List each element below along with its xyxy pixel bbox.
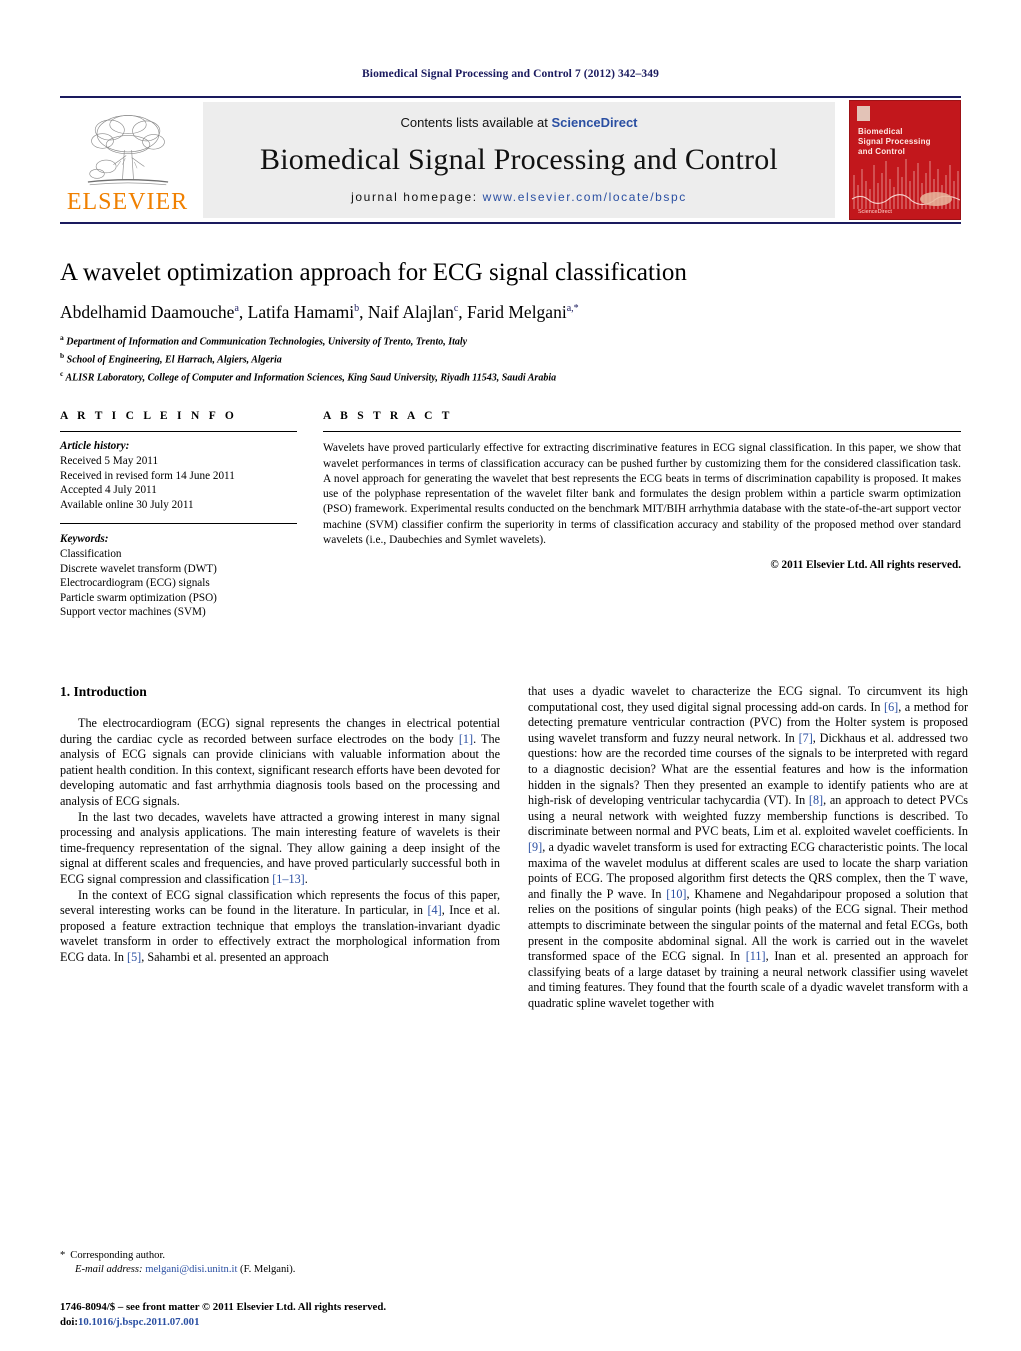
corresponding-author-footnote: * Corresponding author. E-mail address: m… bbox=[60, 1249, 500, 1277]
intro-paragraph: that uses a dyadic wavelet to characteri… bbox=[528, 684, 969, 1010]
article-history-label: Article history: bbox=[60, 440, 130, 453]
body-columns: 1. Introduction The electrocardiogram (E… bbox=[60, 684, 968, 1154]
citation-ref[interactable]: [4] bbox=[427, 903, 441, 917]
citation-ref[interactable]: [1–13] bbox=[272, 872, 305, 886]
doi-line: doi:10.1016/j.bspc.2011.07.001 bbox=[60, 1315, 580, 1330]
cover-title: Biomedical Signal Processing and Control bbox=[858, 127, 931, 157]
homepage-prefix: journal homepage: bbox=[351, 190, 478, 204]
cover-publisher-badge-icon bbox=[857, 106, 870, 121]
cover-footer-text: ScienceDirect bbox=[858, 209, 892, 215]
intro-paragraph: In the context of ECG signal classificat… bbox=[60, 887, 500, 964]
issn-line: 1746-8094/$ – see front matter © 2011 El… bbox=[60, 1301, 387, 1313]
journal-banner: Contents lists available at ScienceDirec… bbox=[203, 102, 835, 218]
keyword-item: Classification bbox=[60, 548, 122, 561]
author-name: Latifa Hamami bbox=[247, 302, 355, 322]
sciencedirect-link[interactable]: ScienceDirect bbox=[552, 115, 638, 130]
body-column-right: that uses a dyadic wavelet to characteri… bbox=[528, 684, 968, 1154]
author-affil-mark: a,* bbox=[566, 303, 579, 315]
homepage-url-link[interactable]: www.elsevier.com/locate/bspc bbox=[483, 190, 687, 204]
elsevier-wordmark: ELSEVIER bbox=[66, 189, 189, 215]
history-item: Received 5 May 2011 bbox=[60, 455, 159, 468]
info-abstract-section: A R T I C L E I N F O Article history: R… bbox=[60, 410, 961, 620]
history-item: Available online 30 July 2011 bbox=[60, 498, 194, 511]
author-name: Naif Alajlan bbox=[367, 302, 454, 322]
article-info-column: A R T I C L E I N F O Article history: R… bbox=[60, 410, 297, 620]
cover-ecg-waveform-graphic bbox=[851, 159, 960, 209]
footnote-text: Corresponding author. bbox=[70, 1250, 166, 1261]
author-name: Abdelhamid Daamouche bbox=[60, 302, 235, 322]
journal-cover-thumbnail: Biomedical Signal Processing and Control bbox=[849, 100, 961, 220]
intro-paragraph: The electrocardiogram (ECG) signal repre… bbox=[60, 716, 500, 808]
intro-paragraph: In the last two decades, wavelets have a… bbox=[60, 809, 500, 886]
page-title: A wavelet optimization approach for ECG … bbox=[60, 259, 687, 286]
history-item: Accepted 4 July 2011 bbox=[60, 484, 157, 497]
email-label: E-mail address: bbox=[75, 1264, 143, 1275]
history-item: Received in revised form 14 June 2011 bbox=[60, 469, 235, 482]
contents-available-line: Contents lists available at ScienceDirec… bbox=[400, 115, 637, 130]
keywords-group: Keywords: Classification Discrete wavele… bbox=[60, 524, 297, 620]
footnote-line: * Corresponding author. bbox=[60, 1249, 500, 1263]
citation-ref[interactable]: [7] bbox=[799, 731, 813, 745]
affiliation-item: c ALISR Laboratory, College of Computer … bbox=[60, 367, 961, 385]
author-affil-mark: a bbox=[234, 303, 239, 315]
doi-label: doi: bbox=[60, 1315, 78, 1328]
issn-copyright-block: 1746-8094/$ – see front matter © 2011 El… bbox=[60, 1300, 580, 1329]
abstract-text: Wavelets have proved particularly effect… bbox=[323, 442, 961, 546]
citation-ref[interactable]: [5] bbox=[127, 950, 141, 964]
article-history-group: Article history: Received 5 May 2011 Rec… bbox=[60, 432, 297, 512]
cover-title-line-2: Signal Processing bbox=[858, 137, 931, 146]
affiliation-mark: c bbox=[60, 368, 64, 378]
footnote-email-line: E-mail address: melgani@disi.unitn.it (F… bbox=[60, 1263, 500, 1277]
article-info-heading: A R T I C L E I N F O bbox=[60, 410, 238, 423]
affiliation-text: School of Engineering, El Harrach, Algie… bbox=[66, 354, 282, 366]
doi-link[interactable]: 10.1016/j.bspc.2011.07.001 bbox=[78, 1316, 199, 1328]
keywords-label: Keywords: bbox=[60, 533, 109, 546]
abstract-copyright: © 2011 Elsevier Ltd. All rights reserved… bbox=[770, 558, 961, 571]
affiliation-mark: b bbox=[60, 350, 65, 360]
contents-prefix: Contents lists available at bbox=[400, 115, 548, 130]
keyword-item: Support vector machines (SVM) bbox=[60, 606, 206, 619]
journal-title: Biomedical Signal Processing and Control bbox=[260, 143, 778, 176]
email-link[interactable]: melgani@disi.unitn.it bbox=[145, 1264, 237, 1275]
abstract-heading: A B S T R A C T bbox=[323, 410, 453, 423]
citation-ref[interactable]: [10] bbox=[666, 887, 686, 901]
author-name: Farid Melgani bbox=[467, 302, 567, 322]
paper-page: Biomedical Signal Processing and Control… bbox=[0, 0, 1021, 1351]
elsevier-logo: ELSEVIER bbox=[60, 98, 195, 222]
keyword-item: Discrete wavelet transform (DWT) bbox=[60, 562, 217, 575]
citation-ref[interactable]: [11] bbox=[746, 949, 766, 963]
affiliation-list: a Department of Information and Communic… bbox=[60, 331, 961, 384]
citation-ref[interactable]: [9] bbox=[528, 840, 542, 854]
elsevier-tree-icon bbox=[87, 115, 168, 186]
affiliation-item: a Department of Information and Communic… bbox=[60, 331, 961, 349]
affiliation-text: Department of Information and Communicat… bbox=[66, 336, 468, 348]
author-affil-mark: c bbox=[453, 303, 459, 315]
cover-title-line-1: Biomedical bbox=[858, 127, 903, 136]
affiliation-item: b School of Engineering, El Harrach, Alg… bbox=[60, 349, 961, 367]
author-affil-mark: b bbox=[354, 303, 360, 315]
journal-cover-cell: Biomedical Signal Processing and Control bbox=[843, 98, 961, 222]
affiliation-text: ALISR Laboratory, College of Computer an… bbox=[65, 371, 557, 383]
section-heading-introduction: 1. Introduction bbox=[60, 684, 147, 700]
email-owner: (F. Melgani). bbox=[240, 1264, 296, 1275]
keyword-item: Electrocardiogram (ECG) signals bbox=[60, 577, 210, 590]
body-column-left: 1. Introduction The electrocardiogram (E… bbox=[60, 684, 500, 1154]
citation-ref[interactable]: [1] bbox=[459, 732, 473, 746]
affiliation-mark: a bbox=[60, 333, 64, 342]
journal-homepage-line: journal homepage: www.elsevier.com/locat… bbox=[351, 190, 687, 204]
author-list: Abdelhamid Daamouchea, Latifa Hamamib, N… bbox=[60, 302, 579, 322]
footnote-marker: * bbox=[60, 1250, 66, 1261]
running-head: Biomedical Signal Processing and Control… bbox=[362, 68, 659, 80]
title-block: A wavelet optimization approach for ECG … bbox=[60, 258, 961, 384]
citation-ref[interactable]: [8] bbox=[809, 793, 823, 807]
keyword-item: Particle swarm optimization (PSO) bbox=[60, 591, 217, 604]
journal-masthead: ELSEVIER Contents lists available at Sci… bbox=[60, 96, 961, 224]
abstract-column: A B S T R A C T Wavelets have proved par… bbox=[323, 410, 961, 620]
citation-ref[interactable]: [6] bbox=[884, 700, 898, 714]
